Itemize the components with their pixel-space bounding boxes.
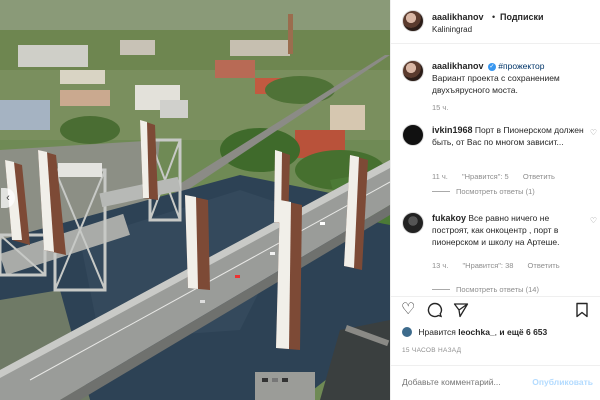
- post-header: aaalikhanov • Подписки Kaliningrad: [391, 0, 600, 44]
- comment-body: ivkin1968 Порт в Пионерском должен быть,…: [432, 124, 587, 148]
- reply-button[interactable]: Ответить: [528, 261, 560, 270]
- commenter-avatar[interactable]: [402, 124, 424, 146]
- following-button[interactable]: Подписки: [500, 12, 544, 22]
- comment-icon[interactable]: [427, 302, 443, 322]
- liker-username[interactable]: leochka_: [458, 327, 494, 337]
- comment-meta: 11 ч. "Нравится": 5 Ответить: [432, 172, 567, 181]
- post-location[interactable]: Kaliningrad: [432, 25, 472, 34]
- publish-button[interactable]: Опубликовать: [532, 377, 593, 387]
- heart-icon[interactable]: ♡: [401, 302, 415, 318]
- likes-prefix: Нравится: [418, 327, 456, 337]
- share-icon[interactable]: [453, 302, 469, 322]
- comment-like-heart-icon[interactable]: ♡: [590, 216, 597, 225]
- likes-summary: Нравится leochka_, и ещё 6 653: [402, 327, 547, 337]
- caption-hashtag[interactable]: #прожектор: [498, 61, 544, 71]
- post-photo[interactable]: ‹: [0, 0, 390, 400]
- comment-time: 13 ч.: [432, 261, 449, 270]
- comment-time: 11 ч.: [432, 172, 448, 181]
- caption-username[interactable]: aaalikhanov: [432, 61, 484, 71]
- header-separator: •: [492, 12, 496, 22]
- reply-button[interactable]: Ответить: [523, 172, 555, 181]
- post-timestamp: 15 ЧАСОВ НАЗАД: [402, 347, 462, 354]
- bookmark-icon[interactable]: [575, 302, 589, 322]
- post-action-bar: ♡: [391, 296, 600, 320]
- comment-username[interactable]: ivkin1968: [432, 125, 473, 135]
- caption-text: Вариант проекта с сохранением двухъярусн…: [432, 73, 560, 95]
- author-username[interactable]: aaalikhanov: [432, 12, 484, 22]
- caption-author-avatar[interactable]: [402, 60, 424, 82]
- comment-input[interactable]: [402, 377, 513, 387]
- replies-divider: [432, 289, 450, 290]
- caption-time: 15 ч.: [432, 103, 449, 112]
- comment-likes-count[interactable]: "Нравится": 5: [462, 172, 509, 181]
- view-replies-label: Посмотреть ответы (14): [456, 285, 539, 294]
- comment-like-heart-icon[interactable]: ♡: [590, 128, 597, 137]
- comment-username[interactable]: fukakoy: [432, 213, 466, 223]
- post-sidebar: aaalikhanov • Подписки Kaliningrad aaali…: [390, 0, 600, 400]
- liker-avatar: [402, 327, 412, 337]
- verified-badge-icon: ✓: [487, 63, 496, 71]
- comment-likes-count[interactable]: "Нравится": 38: [463, 261, 514, 270]
- add-comment-bar: Опубликовать: [391, 365, 600, 400]
- replies-divider: [432, 191, 450, 192]
- commenter-avatar[interactable]: [402, 212, 424, 234]
- comment-body: fukakoy Все равно ничего не построят, ка…: [432, 212, 587, 248]
- comment-meta: 13 ч. "Нравится": 38 Ответить: [432, 261, 572, 270]
- view-replies-label: Посмотреть ответы (1): [456, 187, 535, 196]
- likes-separator: ,: [494, 327, 498, 337]
- author-avatar[interactable]: [402, 10, 424, 32]
- view-replies-button[interactable]: Посмотреть ответы (1): [432, 187, 535, 196]
- instagram-post-view: ‹ aaalikhanov • Подписки Kaliningrad aaa…: [0, 0, 600, 400]
- likes-others-count[interactable]: и ещё 6 653: [499, 327, 547, 337]
- caption-body: aaalikhanov ✓ #прожектор Вариант проекта…: [432, 60, 597, 114]
- view-replies-button[interactable]: Посмотреть ответы (14): [432, 285, 539, 294]
- bridge-rendering-image: [0, 0, 390, 400]
